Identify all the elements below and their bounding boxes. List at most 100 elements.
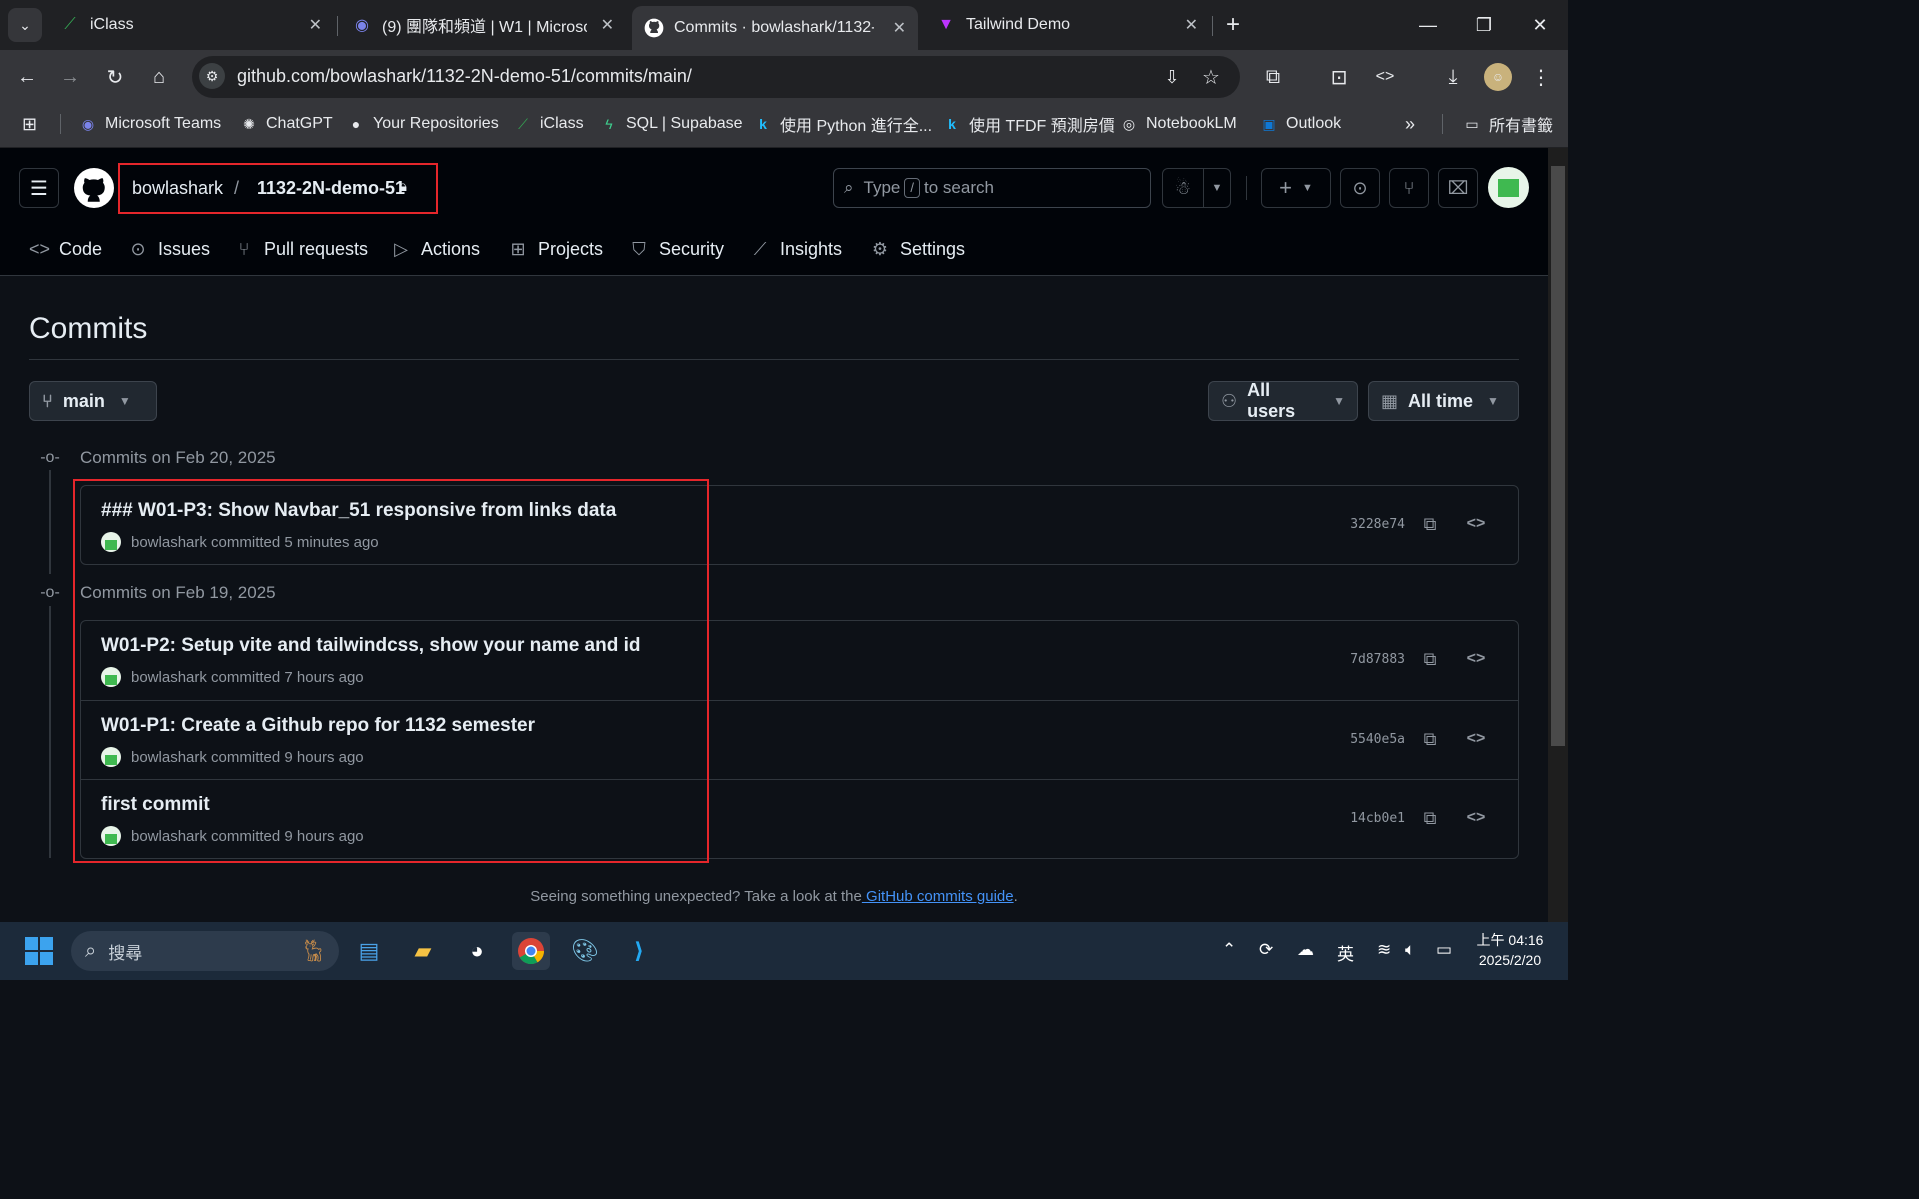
hamburger-menu-button[interactable]: ☰ — [19, 168, 59, 208]
paint-icon[interactable]: 🎨︎ — [566, 932, 604, 970]
tab-issues[interactable]: ⊙ Issues — [128, 236, 210, 262]
bookmark-repositories[interactable]: ● Your Repositories — [347, 112, 499, 136]
chevron-down-icon: ▼ — [1333, 394, 1345, 408]
wifi-icon[interactable]: ≋ — [1377, 940, 1391, 960]
minimize-button[interactable]: — — [1408, 10, 1448, 40]
highlight-box-commits — [73, 479, 709, 863]
tab-projects[interactable]: ⊞ Projects — [508, 236, 603, 262]
pull-requests-button[interactable]: ⑂ — [1389, 168, 1429, 208]
tab-label: Insights — [780, 238, 843, 259]
close-window-button[interactable]: ✕ — [1520, 10, 1560, 40]
tab-search-button[interactable]: ⌄ — [8, 8, 42, 42]
extensions-icon[interactable]: ⧉ — [1259, 63, 1287, 91]
bookmark-iclass[interactable]: ⟋ iClass — [514, 112, 583, 136]
menu-icon[interactable]: ⋮ — [1527, 63, 1555, 91]
github-logo-icon[interactable] — [74, 168, 114, 208]
forward-icon[interactable]: → — [56, 63, 84, 91]
home-icon[interactable]: ⌂ — [145, 63, 173, 91]
app-icon[interactable]: ◕ — [458, 932, 496, 970]
tab-tailwind-demo[interactable]: ▼ Tailwind Demo ✕ — [924, 6, 1210, 44]
chrome-icon[interactable] — [512, 932, 550, 970]
tab-actions[interactable]: ▷ Actions — [391, 236, 480, 262]
reload-icon[interactable]: ↻ — [101, 63, 129, 91]
devtools-icon[interactable]: <> — [1371, 63, 1399, 91]
bookmark-outlook[interactable]: ▣ Outlook — [1260, 112, 1341, 136]
url-text[interactable]: github.com/bowlashark/1132-2N-demo-51/co… — [237, 66, 692, 87]
all-bookmarks[interactable]: ▭ 所有書籤 — [1463, 112, 1553, 136]
search-input[interactable]: ⌕ Type / to search — [833, 168, 1151, 208]
commit-sha[interactable]: 3228e74 — [1350, 517, 1405, 532]
bookmark-notebooklm[interactable]: ◎ NotebookLM — [1120, 112, 1237, 136]
new-tab-button[interactable]: + — [1218, 10, 1248, 40]
more-bookmarks-icon[interactable]: » — [1405, 112, 1415, 136]
profile-avatar[interactable]: ☺ — [1484, 63, 1512, 91]
tab-settings[interactable]: ⚙ Settings — [870, 236, 965, 262]
tab-iclass[interactable]: ⟋ iClass ✕ — [48, 6, 334, 44]
copilot-button[interactable]: ☃ — [1162, 168, 1204, 208]
back-icon[interactable]: ← — [13, 63, 41, 91]
bookmark-chatgpt[interactable]: ✺ ChatGPT — [240, 112, 333, 136]
copilot-dropdown-button[interactable]: ▼ — [1203, 168, 1231, 208]
tab-github-commits[interactable]: Commits · bowlashark/1132-2 ✕ — [632, 6, 918, 50]
bookmark-supabase[interactable]: ϟ SQL | Supabase — [600, 112, 742, 136]
user-avatar[interactable] — [1488, 167, 1529, 208]
tab-insights[interactable]: ⟋ Insights — [750, 236, 842, 262]
battery-icon[interactable]: ▭ — [1436, 940, 1452, 960]
commit-sha[interactable]: 14cb0e1 — [1350, 811, 1405, 826]
copy-icon[interactable]: ⧉ — [1418, 806, 1442, 830]
copy-icon[interactable]: ⧉ — [1418, 647, 1442, 671]
browse-code-icon[interactable]: <> — [1464, 727, 1488, 751]
time-filter[interactable]: ▦ All time ▼ — [1368, 381, 1519, 421]
commits-guide-link[interactable]: GitHub commits guide — [862, 888, 1014, 905]
notepad-icon[interactable]: ▤ — [350, 932, 388, 970]
copy-icon[interactable]: ⧉ — [1418, 512, 1442, 536]
file-explorer-icon[interactable]: ▰ — [404, 932, 442, 970]
close-icon[interactable]: ✕ — [1185, 15, 1198, 35]
close-icon[interactable]: ✕ — [309, 15, 322, 35]
site-info-icon[interactable]: ⚙ — [199, 63, 225, 89]
close-icon[interactable]: ✕ — [893, 18, 906, 38]
issues-icon: ⊙ — [130, 238, 146, 259]
branch-selector[interactable]: ⑂ main ▼ — [29, 381, 157, 421]
tab-pull-requests[interactable]: ⑂ Pull requests — [234, 236, 368, 262]
tab-code[interactable]: <> Code — [29, 236, 102, 262]
bookmark-teams[interactable]: ◉ Microsoft Teams — [79, 112, 221, 136]
sync-icon[interactable]: ⟳ — [1259, 940, 1273, 960]
clock-date: 2025/2/20 — [1478, 952, 1542, 968]
browse-code-icon[interactable]: <> — [1464, 647, 1488, 671]
issues-button[interactable]: ⊙ — [1340, 168, 1380, 208]
inbox-button[interactable]: ⌧ — [1438, 168, 1478, 208]
windows-start-icon[interactable] — [20, 932, 58, 970]
commit-sha[interactable]: 5540e5a — [1350, 732, 1405, 747]
browse-code-icon[interactable]: <> — [1464, 512, 1488, 536]
commit-sha[interactable]: 7d87883 — [1350, 652, 1405, 667]
tab-teams[interactable]: ◉ (9) 團隊和頻道 | W1 | Microsoft ✕ — [340, 6, 626, 44]
bookmark-star-icon[interactable]: ☆ — [1197, 63, 1225, 91]
tab-title: Commits · bowlashark/1132-2 — [674, 19, 874, 36]
browse-code-icon[interactable]: <> — [1464, 806, 1488, 830]
tab-security[interactable]: ⛉ Security — [629, 236, 724, 262]
bookmark-kaggle-python[interactable]: k 使用 Python 進行全... — [754, 112, 932, 136]
apps-icon[interactable]: ⊞ — [22, 112, 37, 136]
bookmark-kaggle-tfdf[interactable]: k 使用 TFDF 預測房價 — [943, 112, 1115, 136]
calendar-icon: ▦ — [1381, 390, 1399, 411]
create-new-button[interactable]: + ▼ — [1261, 168, 1331, 208]
kaggle-icon: k — [948, 116, 956, 132]
copy-icon[interactable]: ⧉ — [1418, 727, 1442, 751]
chevron-up-icon[interactable]: ⌃ — [1222, 940, 1236, 960]
restore-button[interactable]: ❐ — [1464, 10, 1504, 40]
install-app-icon[interactable]: ⇩ — [1158, 63, 1186, 91]
taskbar-search[interactable]: ⌕ 搜尋 🦌︎ — [71, 931, 339, 971]
scrollbar-thumb[interactable] — [1551, 166, 1565, 746]
users-filter[interactable]: ⚇ All users ▼ — [1208, 380, 1358, 421]
tab-label: Pull requests — [264, 238, 369, 259]
vscode-icon[interactable]: ⟩ — [620, 932, 658, 970]
settings-icon: ⚙ — [871, 238, 889, 259]
onedrive-icon[interactable]: ☁ — [1297, 940, 1314, 960]
ime-indicator[interactable]: 英 — [1337, 940, 1354, 965]
close-icon[interactable]: ✕ — [601, 15, 614, 35]
system-clock[interactable]: 上午 04:16 2025/2/20 — [1470, 930, 1550, 970]
download-icon[interactable]: ⤓ — [1439, 63, 1467, 91]
volume-icon[interactable]: 🔈︎ — [1405, 940, 1415, 960]
screenshot-icon[interactable]: ⊡ — [1325, 63, 1353, 91]
